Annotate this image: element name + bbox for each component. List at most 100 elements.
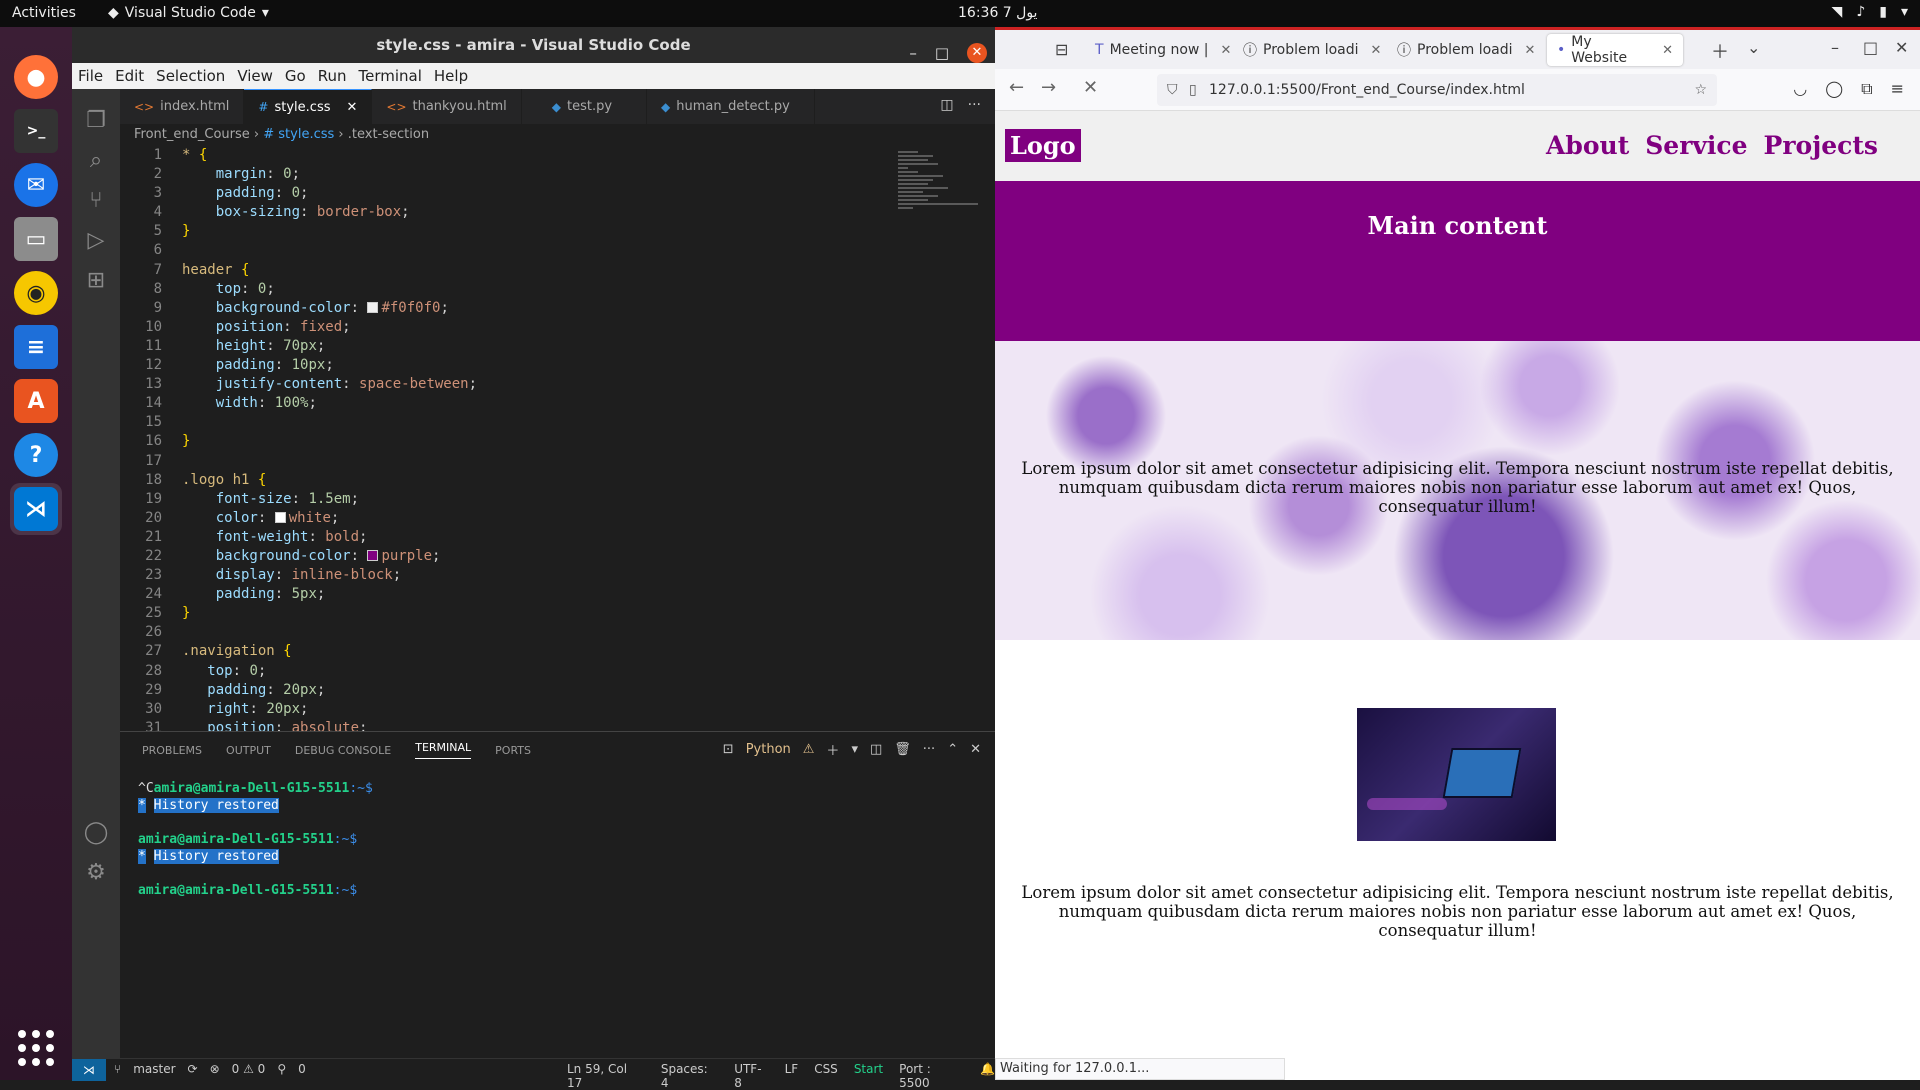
- new-tab-icon[interactable]: ＋: [1711, 38, 1729, 64]
- nav-about[interactable]: About: [1546, 131, 1629, 160]
- menu-file[interactable]: File: [78, 67, 103, 85]
- back-icon[interactable]: ←: [1009, 77, 1024, 98]
- split-editor-icon[interactable]: ◫: [940, 97, 953, 113]
- maximize-icon[interactable]: □: [935, 35, 949, 71]
- bell-icon[interactable]: 🔔: [980, 1062, 995, 1090]
- close-tab-icon[interactable]: ✕: [346, 100, 357, 115]
- remote-icon[interactable]: ⋊: [72, 1059, 106, 1081]
- tab-human-detect-py[interactable]: ◆ human_detect.py: [647, 89, 815, 124]
- dock-writer[interactable]: ≡: [10, 321, 62, 373]
- tab-output[interactable]: OUTPUT: [226, 744, 271, 757]
- chevron-down-icon[interactable]: ▾: [851, 742, 858, 757]
- tab-style-css[interactable]: # style.css ✕: [244, 89, 373, 124]
- menu-view[interactable]: View: [237, 67, 273, 85]
- nav-projects[interactable]: Projects: [1764, 131, 1878, 160]
- minimize-icon[interactable]: –: [1831, 38, 1839, 57]
- hamburger-menu-icon[interactable]: ≡: [1891, 79, 1904, 99]
- language-mode[interactable]: CSS: [814, 1062, 838, 1090]
- more-actions-icon[interactable]: ···: [968, 97, 981, 113]
- indentation[interactable]: Spaces: 4: [661, 1062, 718, 1090]
- stop-loading-icon[interactable]: ✕: [1083, 77, 1098, 98]
- menu-terminal[interactable]: Terminal: [359, 67, 422, 85]
- terminal-output[interactable]: ^Camira@amira-Dell-G15-5511:~$ * History…: [138, 780, 373, 899]
- forward-icon[interactable]: →: [1041, 77, 1056, 98]
- account-icon[interactable]: ◯: [82, 819, 110, 847]
- dock-firefox[interactable]: ●: [10, 51, 62, 103]
- encoding[interactable]: UTF-8: [734, 1062, 768, 1090]
- tab-overview-icon[interactable]: ⊟: [1055, 40, 1068, 59]
- tab-thankyou-html[interactable]: <> thankyou.html: [372, 89, 522, 124]
- cursor-position[interactable]: Ln 59, Col 17: [567, 1062, 645, 1090]
- browser-tab-active[interactable]: • My Website ✕: [1547, 34, 1683, 66]
- list-tabs-icon[interactable]: ⌄: [1747, 38, 1760, 57]
- close-panel-icon[interactable]: ✕: [970, 742, 981, 757]
- tab-index-html[interactable]: <> index.html: [120, 89, 245, 124]
- url-bar[interactable]: ⛉ ▯ 127.0.0.1:5500/Front_end_Course/inde…: [1157, 74, 1717, 106]
- maximize-icon[interactable]: □: [1863, 38, 1878, 57]
- bookmark-star-icon[interactable]: ☆: [1694, 74, 1707, 106]
- browser-tab[interactable]: ⓘ Problem loadi ✕: [1387, 34, 1545, 66]
- dock-terminal[interactable]: >_: [10, 105, 62, 157]
- tab-ports[interactable]: PORTS: [495, 744, 531, 757]
- ports-count[interactable]: 0: [298, 1062, 306, 1076]
- gear-icon[interactable]: ⚙: [82, 859, 110, 887]
- start-button[interactable]: Start: [854, 1062, 883, 1090]
- shield-icon[interactable]: ⛉: [1167, 74, 1178, 106]
- search-icon[interactable]: ⌕: [82, 147, 110, 175]
- extensions-icon[interactable]: ⊞: [82, 267, 110, 295]
- dock-files[interactable]: ▭: [10, 213, 62, 265]
- browser-tab[interactable]: T Meeting now | ✕: [1085, 34, 1241, 66]
- live-server-port[interactable]: Port : 5500: [899, 1062, 964, 1090]
- activities-button[interactable]: Activities: [12, 5, 76, 21]
- tab-test-py[interactable]: ◆ test.py: [522, 89, 648, 124]
- browser-tab[interactable]: ⓘ Problem loadi ✕: [1233, 34, 1391, 66]
- new-terminal-icon[interactable]: ＋: [826, 740, 839, 759]
- dock-help[interactable]: ?: [10, 429, 62, 481]
- close-icon[interactable]: ✕: [967, 43, 987, 63]
- tab-debug-console[interactable]: DEBUG CONSOLE: [295, 744, 391, 757]
- source-control-icon[interactable]: ⑂: [82, 187, 110, 215]
- line-ending[interactable]: LF: [785, 1062, 799, 1090]
- menu-selection[interactable]: Selection: [156, 67, 225, 85]
- breadcrumb-file[interactable]: # style.css: [263, 127, 334, 142]
- dock-vscode[interactable]: ⋊: [10, 483, 62, 535]
- account-icon[interactable]: ◯: [1825, 79, 1843, 99]
- menu-run[interactable]: Run: [318, 67, 347, 85]
- breadcrumb-folder[interactable]: Front_end_Course: [134, 127, 250, 142]
- close-tab-icon[interactable]: ✕: [1662, 43, 1673, 58]
- close-tab-icon[interactable]: ✕: [1525, 43, 1536, 58]
- clock[interactable]: 16:36 7 يول: [958, 5, 1037, 21]
- pocket-icon[interactable]: ◡: [1793, 79, 1807, 99]
- site-logo[interactable]: Logo: [1005, 129, 1081, 162]
- close-tab-icon[interactable]: ✕: [1221, 43, 1232, 58]
- problems-count[interactable]: 0 ⚠ 0: [232, 1062, 266, 1076]
- breadcrumb-symbol[interactable]: .text-section: [348, 127, 429, 142]
- tab-terminal[interactable]: TERMINAL: [415, 741, 472, 759]
- menu-edit[interactable]: Edit: [115, 67, 144, 85]
- page-icon[interactable]: ▯: [1189, 74, 1197, 106]
- branch-name[interactable]: master: [133, 1062, 175, 1076]
- nav-service[interactable]: Service: [1645, 131, 1747, 160]
- show-apps-icon[interactable]: [18, 1030, 54, 1066]
- minimize-icon[interactable]: –: [909, 35, 917, 71]
- sync-icon[interactable]: ⟳: [188, 1062, 198, 1076]
- dock-rhythmbox[interactable]: ◉: [10, 267, 62, 319]
- minimap[interactable]: [898, 149, 983, 289]
- explorer-icon[interactable]: ❐: [82, 107, 110, 135]
- menu-help[interactable]: Help: [434, 67, 468, 85]
- tab-problems[interactable]: PROBLEMS: [142, 744, 202, 757]
- dock-thunderbird[interactable]: ✉: [10, 159, 62, 211]
- system-tray[interactable]: ◥ ♪ ▮ ▾: [1832, 4, 1908, 20]
- run-debug-icon[interactable]: ▷: [82, 227, 110, 255]
- close-tab-icon[interactable]: ✕: [1371, 43, 1382, 58]
- code-editor[interactable]: 1 * {2 margin: 0; 3 padding: 0; 4 box-sizin…: [120, 146, 995, 731]
- menu-go[interactable]: Go: [285, 67, 306, 85]
- maximize-panel-icon[interactable]: ⌃: [947, 742, 958, 757]
- extensions-icon[interactable]: ⧉: [1861, 79, 1872, 99]
- split-terminal-icon[interactable]: ◫: [870, 742, 882, 757]
- trash-icon[interactable]: 🗑: [894, 742, 911, 757]
- terminal-shell-label[interactable]: Python: [746, 742, 791, 757]
- more-actions-icon[interactable]: ···: [923, 742, 935, 757]
- app-menu[interactable]: ◆ Visual Studio Code ▾: [108, 5, 269, 21]
- dock-software[interactable]: A: [10, 375, 62, 427]
